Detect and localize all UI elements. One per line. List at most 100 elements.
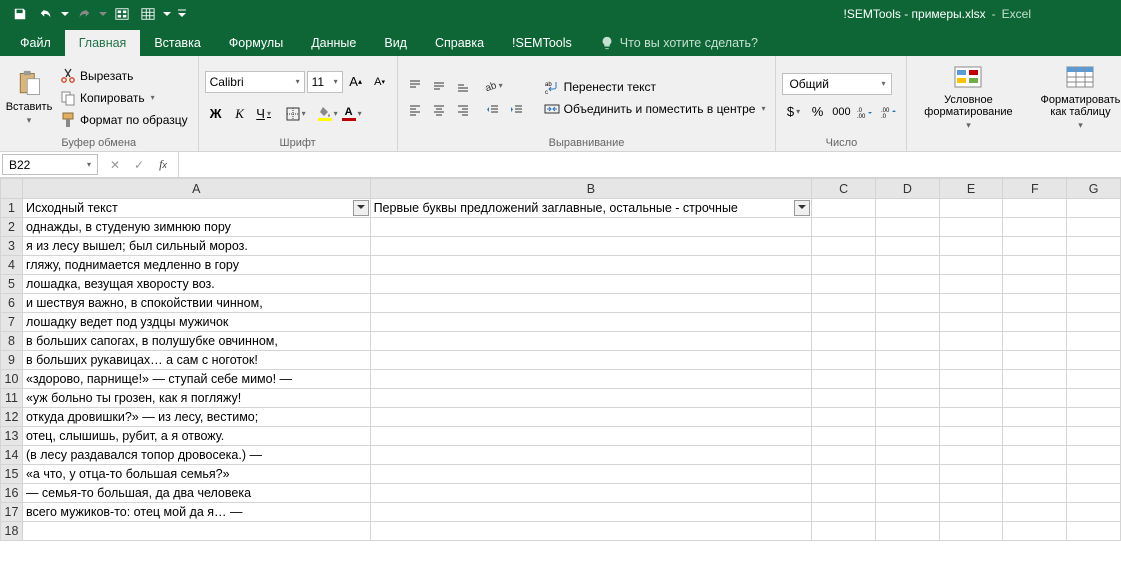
cell-F15[interactable] [1003,465,1067,484]
cell-D17[interactable] [876,503,940,522]
row-header-4[interactable]: 4 [1,256,23,275]
cell-G2[interactable] [1067,218,1121,237]
wrap-text-button[interactable]: abc Перенести текст [540,77,770,97]
row-header-8[interactable]: 8 [1,332,23,351]
cell-F6[interactable] [1003,294,1067,313]
enter-formula-button[interactable]: ✓ [128,155,150,175]
cell-B7[interactable] [370,313,812,332]
cell-B16[interactable] [370,484,812,503]
cell-A15[interactable]: «а что, у отца-то большая семья?» [22,465,370,484]
cell-G18[interactable] [1067,522,1121,541]
fill-color-button[interactable]: ▾ [317,103,339,125]
cell-A14[interactable]: (в лесу раздавался топор дровосека.) — [22,446,370,465]
cell-D1[interactable] [876,199,940,218]
cell-B9[interactable] [370,351,812,370]
cell-A5[interactable]: лошадка, везущая хворосту воз. [22,275,370,294]
cell-D18[interactable] [876,522,940,541]
cell-G4[interactable] [1067,256,1121,275]
cell-C11[interactable] [812,389,876,408]
cell-B10[interactable] [370,370,812,389]
cell-G1[interactable] [1067,199,1121,218]
cell-B6[interactable] [370,294,812,313]
cell-G3[interactable] [1067,237,1121,256]
cell-A17[interactable]: всего мужиков-то: отец мой да я… — [22,503,370,522]
cell-D16[interactable] [876,484,940,503]
row-header-13[interactable]: 13 [1,427,23,446]
qat-more-button[interactable] [174,3,190,25]
fx-button[interactable]: fx [152,155,174,175]
decrease-decimal-button[interactable]: .00.0 [878,101,900,123]
cell-E10[interactable] [939,370,1003,389]
cell-C12[interactable] [812,408,876,427]
cell-G13[interactable] [1067,427,1121,446]
cell-C10[interactable] [812,370,876,389]
cell-E8[interactable] [939,332,1003,351]
cell-A4[interactable]: гляжу, поднимается медленно в гору [22,256,370,275]
cell-A18[interactable] [22,522,370,541]
cut-button[interactable]: Вырезать [56,66,192,86]
cell-A10[interactable]: «здорово, парнище!» — ступай себе мимо! … [22,370,370,389]
row-header-11[interactable]: 11 [1,389,23,408]
percent-button[interactable]: % [806,101,828,123]
cell-F5[interactable] [1003,275,1067,294]
chevron-down-icon[interactable] [162,3,172,25]
cell-F11[interactable] [1003,389,1067,408]
cell-B18[interactable] [370,522,812,541]
tab-semtools[interactable]: !SEMTools [498,30,586,56]
cell-A9[interactable]: в больших рукавицах… а сам с ноготок! [22,351,370,370]
cell-B12[interactable] [370,408,812,427]
tab-file[interactable]: Файл [6,30,65,56]
col-header-F[interactable]: F [1003,179,1067,199]
cell-F4[interactable] [1003,256,1067,275]
filter-button-B[interactable] [794,200,810,216]
decrease-font-button[interactable]: A▾ [369,71,391,93]
row-header-7[interactable]: 7 [1,313,23,332]
italic-button[interactable]: К [229,103,251,125]
cell-D15[interactable] [876,465,940,484]
cell-B15[interactable] [370,465,812,484]
tab-data[interactable]: Данные [297,30,370,56]
cell-B5[interactable] [370,275,812,294]
cell-A1[interactable]: Исходный текст [22,199,370,218]
font-name-combo[interactable]: Calibri▾ [205,71,305,93]
cell-E9[interactable] [939,351,1003,370]
cancel-formula-button[interactable]: ✕ [104,155,126,175]
row-header-10[interactable]: 10 [1,370,23,389]
row-header-12[interactable]: 12 [1,408,23,427]
col-header-D[interactable]: D [876,179,940,199]
cell-F2[interactable] [1003,218,1067,237]
cell-F10[interactable] [1003,370,1067,389]
cell-E14[interactable] [939,446,1003,465]
row-header-18[interactable]: 18 [1,522,23,541]
cell-D7[interactable] [876,313,940,332]
chevron-down-icon[interactable] [60,3,70,25]
cell-C9[interactable] [812,351,876,370]
cell-E13[interactable] [939,427,1003,446]
select-all-corner[interactable] [1,179,23,199]
cell-G16[interactable] [1067,484,1121,503]
cell-D12[interactable] [876,408,940,427]
cell-A16[interactable]: — семья-то большая, да два человека [22,484,370,503]
cell-D13[interactable] [876,427,940,446]
cell-B1[interactable]: Первые буквы предложений заглавные, оста… [370,199,812,218]
cell-F1[interactable] [1003,199,1067,218]
cell-G15[interactable] [1067,465,1121,484]
qat-btn-1[interactable] [110,3,134,25]
currency-button[interactable]: $▾ [782,101,804,123]
row-header-5[interactable]: 5 [1,275,23,294]
cell-F8[interactable] [1003,332,1067,351]
merge-center-button[interactable]: Объединить и поместить в центре ▾ [540,99,770,119]
align-right-button[interactable] [452,99,474,121]
cell-C4[interactable] [812,256,876,275]
cell-G5[interactable] [1067,275,1121,294]
tab-insert[interactable]: Вставка [140,30,214,56]
cell-E4[interactable] [939,256,1003,275]
row-header-6[interactable]: 6 [1,294,23,313]
cell-B17[interactable] [370,503,812,522]
cell-E16[interactable] [939,484,1003,503]
cell-D11[interactable] [876,389,940,408]
col-header-E[interactable]: E [939,179,1003,199]
cell-B14[interactable] [370,446,812,465]
row-header-3[interactable]: 3 [1,237,23,256]
chevron-down-icon[interactable] [98,3,108,25]
